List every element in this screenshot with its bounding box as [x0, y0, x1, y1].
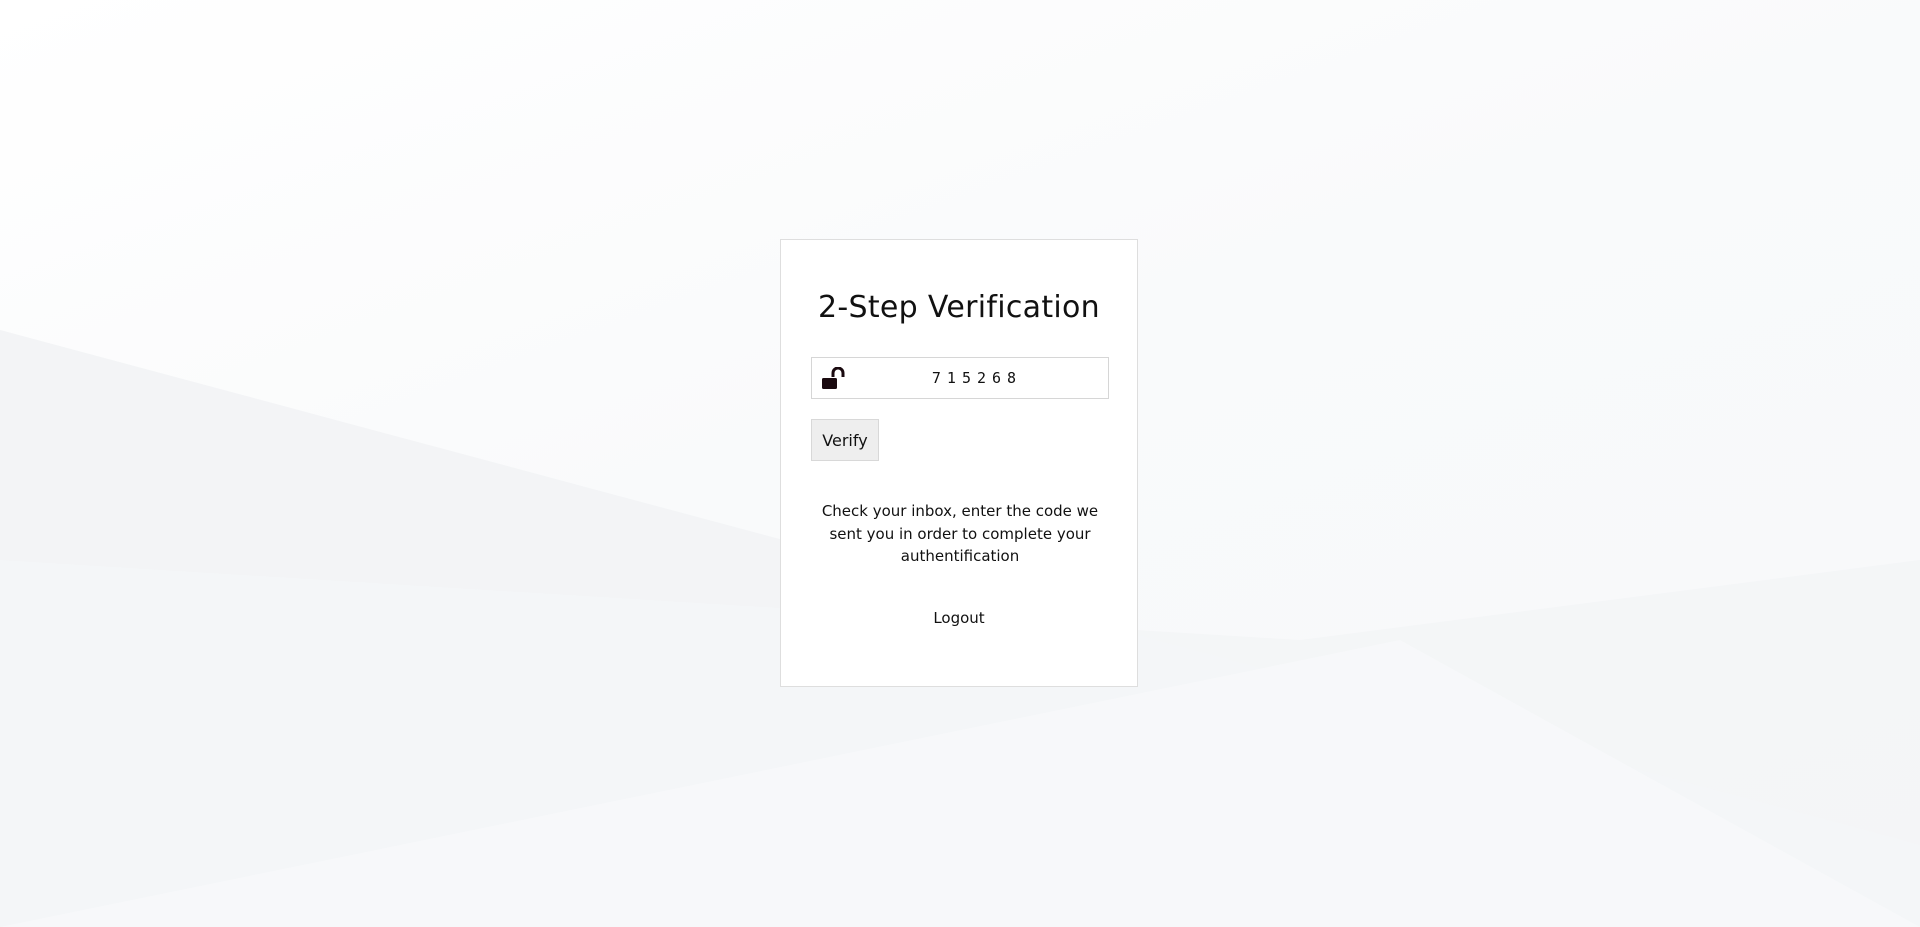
verify-button[interactable]: Verify	[811, 419, 879, 461]
verification-card: 2-Step Verification Verify Check your in…	[780, 239, 1138, 687]
page-title: 2-Step Verification	[817, 290, 1100, 325]
instruction-text: Check your inbox, enter the code we sent…	[821, 502, 1099, 565]
verification-code-input[interactable]	[852, 358, 1102, 398]
code-field	[811, 357, 1109, 399]
unlock-icon	[822, 367, 845, 389]
logout-link[interactable]: Logout	[781, 609, 1137, 627]
